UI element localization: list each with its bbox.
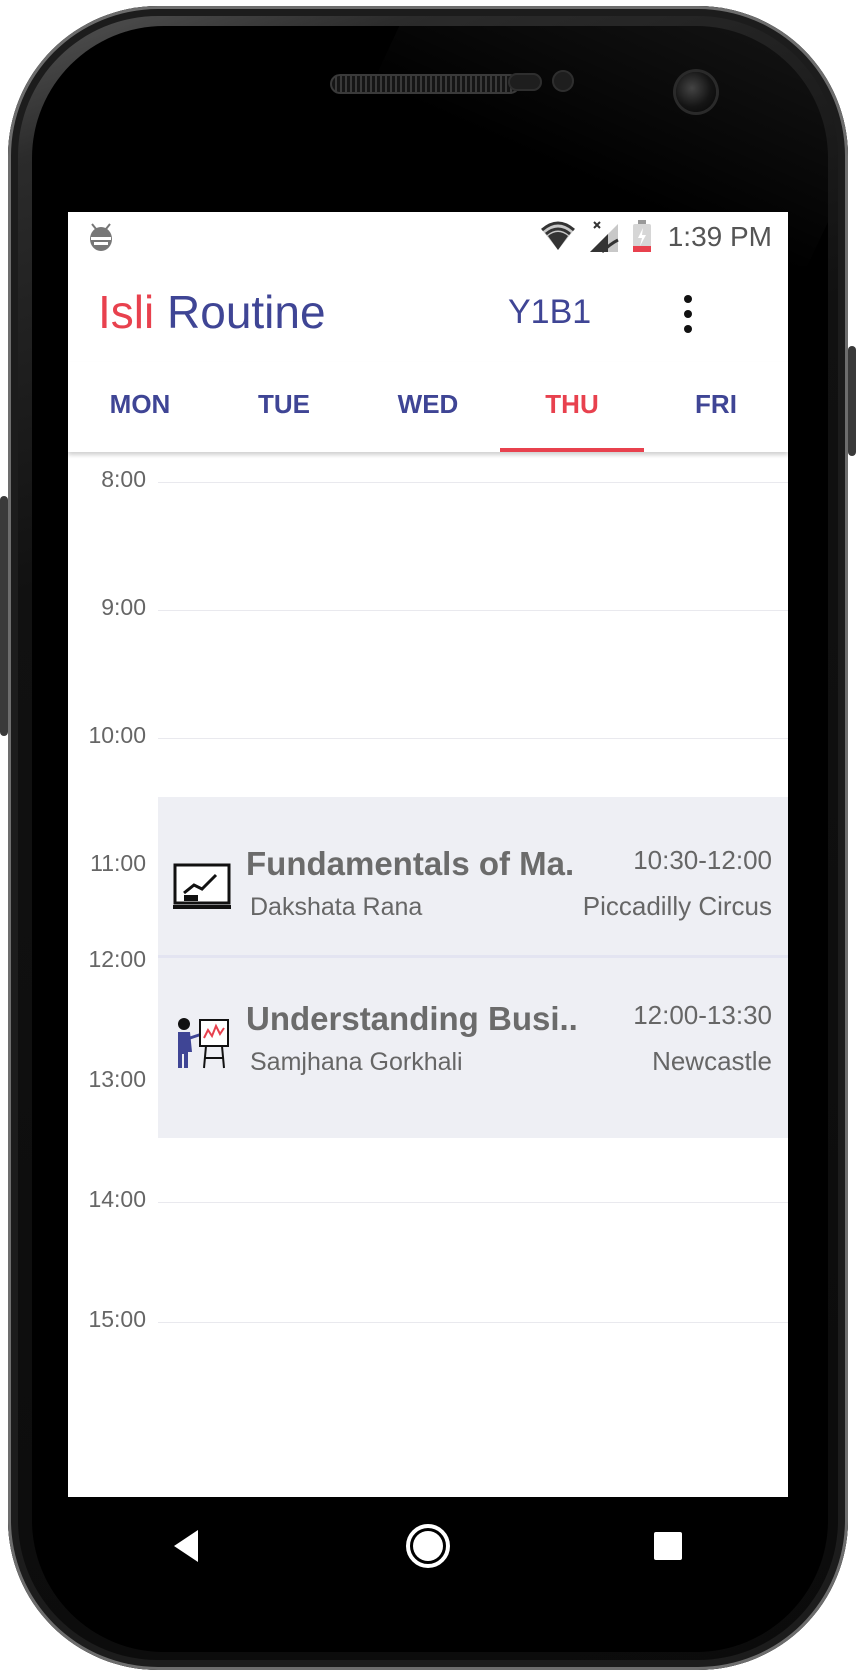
volume-button [0, 496, 8, 736]
tab-fri[interactable]: FRI [644, 362, 788, 452]
battery-icon [632, 220, 651, 252]
system-nav-bar [68, 1497, 788, 1595]
day-tabs: MON TUE WED THU FRI [68, 362, 788, 452]
recents-button[interactable] [628, 1506, 708, 1586]
front-camera [676, 72, 716, 112]
tab-mon[interactable]: MON [68, 362, 212, 452]
hour-label: 11:00 [90, 850, 146, 876]
recents-square-icon [654, 1532, 682, 1560]
app-title-part2: Routine [167, 286, 326, 338]
power-button [848, 346, 856, 456]
hour-line [158, 1322, 788, 1323]
hour-line [158, 610, 788, 611]
debug-bug-icon [90, 223, 112, 251]
hour-row-15: 15:00 [68, 1306, 788, 1450]
status-time: 1:39 PM [667, 221, 772, 252]
status-bar: 1:39 PM [68, 212, 788, 262]
hour-line [158, 1202, 788, 1203]
hour-row-8: 8:00 [68, 466, 788, 610]
hour-line [158, 738, 788, 739]
hour-row-13: 13:00 [68, 1066, 788, 1210]
back-triangle-icon [174, 1530, 198, 1562]
tab-tue[interactable]: TUE [212, 362, 356, 452]
proximity-sensor [508, 73, 542, 91]
tab-wed[interactable]: WED [356, 362, 500, 452]
status-icons: 1:39 PM [540, 212, 772, 262]
hour-row-12: 12:00 [68, 946, 788, 1090]
hour-label: 8:00 [101, 466, 146, 492]
hour-row-14: 14:00 [68, 1186, 788, 1330]
hour-row-9: 9:00 [68, 594, 788, 738]
hour-line [158, 482, 788, 483]
app-title-part1: Isli [98, 286, 155, 338]
app-bar: Isli Routine Y1B1 [68, 262, 788, 362]
hour-label: 13:00 [88, 1066, 146, 1092]
hour-label: 9:00 [101, 594, 146, 620]
home-circle-icon [406, 1524, 450, 1568]
wifi-icon [540, 221, 575, 250]
light-sensor [552, 70, 574, 92]
signal-icon [589, 221, 619, 254]
overflow-menu-icon[interactable] [668, 286, 708, 342]
home-button[interactable] [388, 1506, 468, 1586]
hour-label: 12:00 [88, 946, 146, 972]
app-screen: 1:39 PM Isli Routine Y1B1 MON TUE WED TH… [68, 212, 788, 1497]
hour-label: 10:00 [88, 722, 146, 748]
back-button[interactable] [148, 1506, 228, 1586]
earpiece-speaker [330, 74, 520, 94]
hour-label: 15:00 [88, 1306, 146, 1332]
app-title: Isli Routine [98, 284, 326, 340]
tab-thu[interactable]: THU [500, 362, 644, 452]
hour-label: 14:00 [88, 1186, 146, 1212]
timeline[interactable]: 8:00 9:00 10:00 Fundamentals of Ma.. Dak… [68, 452, 788, 1497]
